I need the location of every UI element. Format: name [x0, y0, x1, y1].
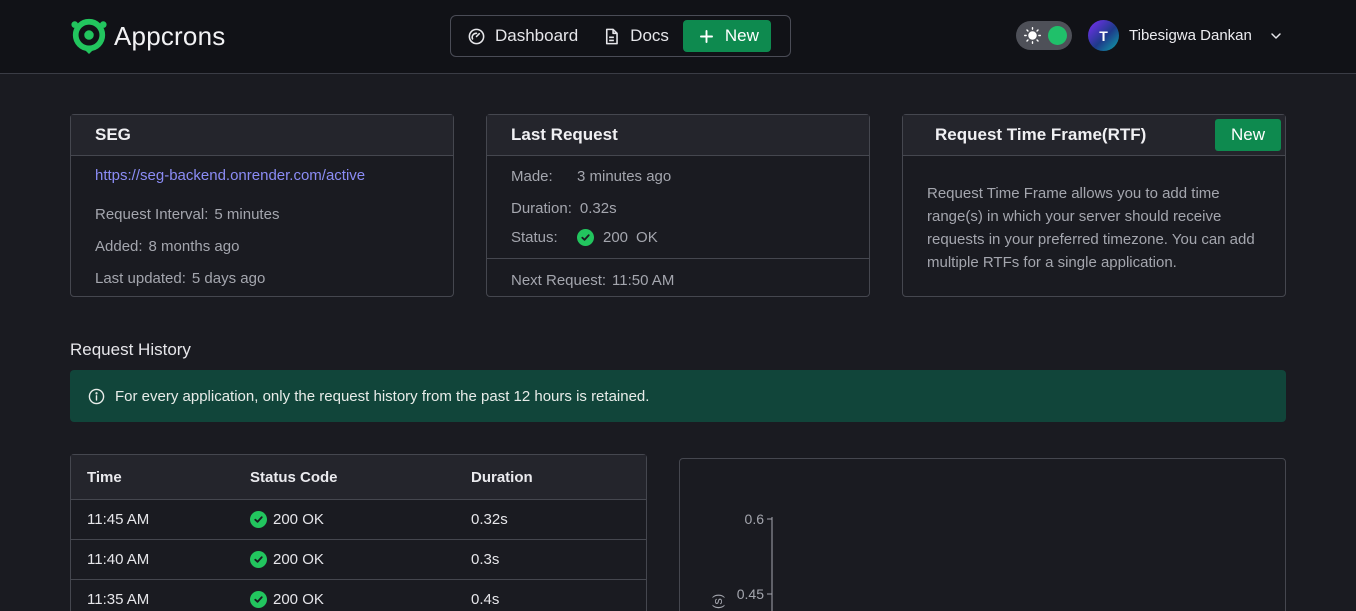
y-tick-label: 0.6	[745, 511, 765, 527]
request-history-table: Time Status Code Duration 11:45 AM 200 O…	[70, 454, 647, 611]
chevron-down-icon	[1271, 32, 1281, 39]
duration-row: Duration: 0.32s	[511, 194, 845, 223]
nav-dashboard[interactable]: Dashboard	[455, 20, 590, 52]
row-time: 11:40 AM	[87, 551, 150, 568]
made-label: Made:	[511, 167, 553, 185]
main-nav: Dashboard Docs New	[450, 15, 791, 57]
app-info-card: SEG https://seg-backend.onrender.com/act…	[70, 114, 454, 297]
check-circle-icon	[250, 591, 267, 608]
retention-info-banner: For every application, only the request …	[70, 370, 1286, 422]
row-status: 200 OK	[250, 591, 471, 608]
rtf-card: Request Time Frame(RTF) New Request Time…	[902, 114, 1286, 297]
top-navbar: Appcrons Dashboard Docs New T Tibesigwa …	[0, 0, 1356, 74]
check-circle-icon	[577, 229, 594, 246]
next-request-row: Next Request: 11:50 AM	[511, 259, 845, 301]
next-label: Next Request:	[511, 271, 607, 289]
toggle-knob	[1048, 26, 1067, 45]
status-text: OK	[636, 229, 658, 246]
app-card-title: SEG	[71, 115, 453, 156]
check-circle-icon	[250, 551, 267, 568]
rtf-description: Request Time Frame allows you to add tim…	[927, 185, 1255, 271]
nav-docs[interactable]: Docs	[590, 20, 681, 52]
brand-name: Appcrons	[114, 20, 226, 51]
check-circle-icon	[250, 511, 267, 528]
info-icon	[88, 388, 105, 404]
row-duration: 0.32s	[471, 511, 508, 528]
brand-logo[interactable]: Appcrons	[70, 17, 225, 55]
status-code: 200	[603, 229, 629, 246]
status-label: Status:	[511, 229, 558, 246]
duration-label: Duration:	[511, 200, 572, 217]
duration-value: 0.32s	[579, 200, 617, 217]
row-duration: 0.4s	[471, 591, 500, 608]
added-label: Added:	[95, 237, 143, 255]
col-duration[interactable]: Duration	[471, 469, 646, 486]
made-row: Made: 3 minutes ago	[511, 164, 845, 188]
y-tick-label: 0.45	[737, 586, 764, 602]
nav-dashboard-label: Dashboard	[495, 26, 579, 45]
table-row: 11:35 AM 200 OK 0.4s	[71, 580, 646, 611]
table-row: 11:45 AM 200 OK 0.32s	[71, 500, 646, 540]
row-duration: 0.3s	[471, 551, 500, 568]
nav-new-label: New	[724, 26, 759, 45]
request-history-title: Request History	[70, 340, 191, 359]
added-value: 8 months ago	[148, 237, 240, 255]
rtf-header: Request Time Frame(RTF) New	[903, 115, 1285, 156]
theme-toggle[interactable]	[1016, 21, 1072, 50]
info-text: For every application, only the request …	[115, 387, 650, 405]
interval-label: Request Interval:	[95, 205, 209, 223]
row-status-text: 200 OK	[273, 511, 324, 528]
table-header: Time Status Code Duration	[71, 455, 646, 500]
user-menu[interactable]: T Tibesigwa Dankan	[1088, 20, 1284, 51]
app-url-link[interactable]: https://seg-backend.onrender.com/active	[95, 166, 429, 184]
nav-docs-label: Docs	[630, 26, 669, 45]
updated-label: Last updated:	[95, 269, 186, 287]
gauge-icon	[468, 28, 485, 44]
document-icon	[606, 28, 619, 44]
row-status: 200 OK	[250, 511, 471, 528]
duration-chart-svg: 0.6 0.45 (s)	[710, 511, 773, 611]
logo-icon	[71, 18, 107, 55]
row-status-text: 200 OK	[273, 551, 324, 568]
request-interval: Request Interval: 5 minutes	[95, 198, 429, 230]
last-request-title: Last Request	[487, 115, 869, 156]
next-value: 11:50 AM	[612, 271, 675, 289]
nav-new-button[interactable]: New	[682, 20, 771, 52]
rtf-title: Request Time Frame(RTF)	[935, 125, 1147, 144]
last-updated: Last updated: 5 days ago	[95, 262, 429, 294]
duration-chart: 0.6 0.45 (s)	[679, 458, 1286, 611]
row-status-text: 200 OK	[273, 591, 324, 608]
status-row: Status: 200 OK	[511, 223, 845, 252]
row-time: 11:45 AM	[87, 511, 150, 528]
rtf-new-button[interactable]: New	[1214, 119, 1281, 151]
user-name: Tibesigwa Dankan	[1129, 27, 1252, 44]
sun-icon	[1024, 27, 1041, 44]
added-date: Added: 8 months ago	[95, 230, 429, 262]
avatar: T	[1088, 20, 1119, 51]
interval-value: 5 minutes	[214, 205, 280, 223]
y-axis-label: (s)	[710, 594, 725, 609]
row-time: 11:35 AM	[87, 591, 150, 608]
table-row: 11:40 AM 200 OK 0.3s	[71, 540, 646, 580]
last-request-card: Last Request Made: 3 minutes ago Duratio…	[486, 114, 870, 297]
plus-icon	[699, 29, 713, 43]
col-time[interactable]: Time	[71, 469, 250, 486]
updated-value: 5 days ago	[191, 269, 266, 287]
col-status[interactable]: Status Code	[250, 469, 471, 486]
row-status: 200 OK	[250, 551, 471, 568]
made-value: 3 minutes ago	[577, 167, 672, 185]
